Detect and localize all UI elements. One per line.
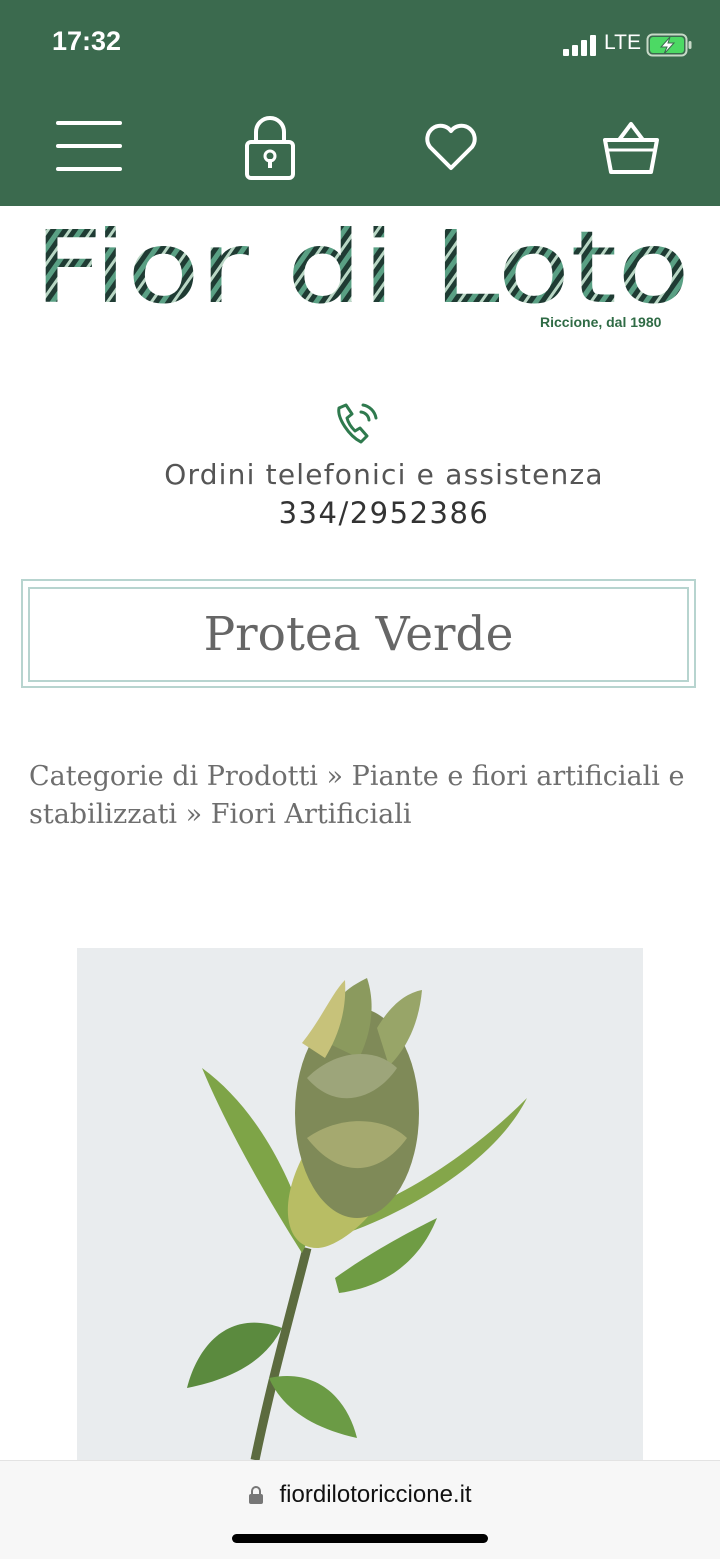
home-indicator[interactable] — [232, 1534, 488, 1543]
logo[interactable]: Fior di Loto — [26, 210, 696, 314]
status-time: 17:32 — [52, 26, 122, 56]
shopping-basket-icon[interactable] — [602, 120, 660, 176]
breadcrumb-link-categories[interactable]: Categorie di Prodotti — [29, 761, 318, 792]
phone-icon[interactable] — [333, 398, 385, 448]
browser-address-bar: fiordilotoriccione.it — [0, 1460, 720, 1559]
lock-icon — [249, 1486, 264, 1504]
logo-text: Fior di Loto — [34, 210, 690, 314]
breadcrumb-separator: » — [326, 761, 344, 792]
contact-label: Ordini telefonici e assistenza — [164, 458, 604, 491]
signal-icon — [563, 35, 596, 56]
product-image[interactable] — [77, 948, 643, 1460]
site-header: 17:32 LTE — [0, 0, 720, 206]
heart-icon[interactable] — [424, 123, 478, 171]
protea-flower-image — [77, 948, 643, 1460]
url-text[interactable]: fiordilotoriccione.it — [280, 1481, 472, 1509]
breadcrumb-separator: » — [185, 799, 203, 830]
logo-subtitle: Riccione, dal 1980 — [540, 314, 662, 330]
lock-icon[interactable] — [244, 114, 296, 180]
breadcrumb-link-fiori[interactable]: Fiori Artificiali — [211, 799, 412, 830]
contact-phone[interactable]: 334/2952386 — [0, 496, 720, 530]
url-container[interactable]: fiordilotoriccione.it — [0, 1481, 720, 1509]
battery-charging-icon — [646, 33, 692, 57]
title-box: Protea Verde — [28, 587, 689, 682]
breadcrumb: Categorie di Prodotti » Piante e fiori a… — [29, 758, 709, 834]
product-title: Protea Verde — [203, 607, 514, 662]
network-label: LTE — [604, 31, 641, 54]
menu-icon[interactable] — [56, 120, 122, 172]
